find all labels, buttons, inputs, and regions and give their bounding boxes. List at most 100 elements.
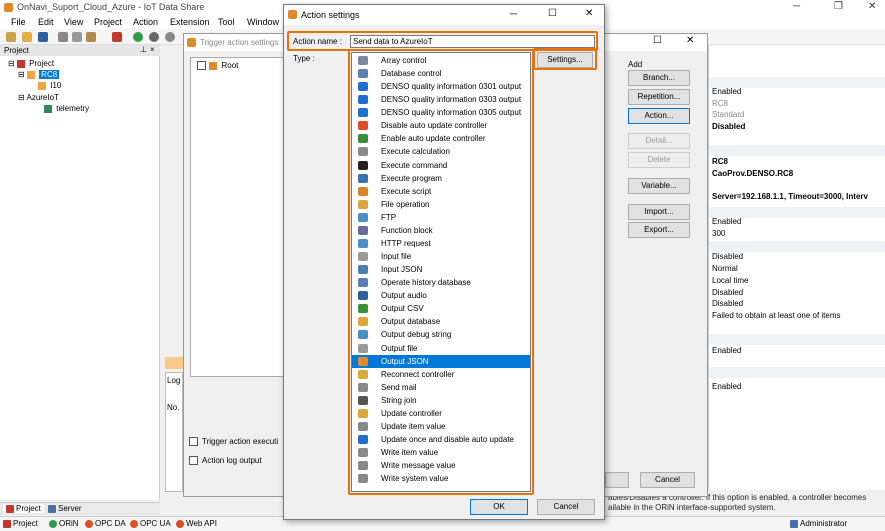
tab-project[interactable]: Project	[3, 504, 44, 513]
menu-file[interactable]: File	[11, 17, 26, 27]
prop-value[interactable]: Local time	[712, 276, 748, 285]
collapse-icon[interactable]: ⊟	[18, 93, 25, 102]
close-icon[interactable]: ✕	[585, 8, 593, 19]
project-panel-header: Project ⊥ ×	[0, 45, 160, 56]
cancel-button[interactable]: Cancel	[537, 499, 595, 515]
close-icon[interactable]: ✕	[868, 1, 876, 12]
ok-button[interactable]: OK	[470, 499, 528, 515]
trigger-window-icon	[187, 38, 196, 47]
ok-button-behind[interactable]	[605, 472, 629, 488]
type-list-highlight	[348, 49, 534, 495]
add-label: Add	[628, 60, 643, 69]
tree-rc8[interactable]: ⊟ RC8	[18, 70, 60, 79]
action-button[interactable]: Action...	[628, 108, 690, 124]
variable-button[interactable]: Variable...	[628, 178, 690, 194]
maximize-icon[interactable]: ❐	[834, 1, 843, 12]
cut-icon[interactable]	[58, 32, 68, 42]
prop-value[interactable]: 300	[712, 229, 725, 238]
prop-value[interactable]: Enabled	[712, 217, 741, 226]
maximize-icon[interactable]: ☐	[653, 35, 662, 46]
prop-value[interactable]: Server=192.168.1.1, Timeout=3000, Interv	[712, 192, 868, 201]
close-icon[interactable]: ✕	[686, 35, 694, 46]
pause-icon[interactable]	[165, 32, 175, 42]
tree-root-label: Root	[221, 61, 239, 70]
panel-tabs: Project Server	[0, 502, 160, 515]
maximize-icon[interactable]: ☐	[548, 8, 557, 19]
menu-extension[interactable]: Extension	[170, 17, 210, 27]
run-icon[interactable]	[133, 32, 143, 42]
minimize-icon[interactable]: ─	[793, 1, 800, 12]
menu-window[interactable]: Window	[247, 17, 279, 27]
menu-tool[interactable]: Tool	[218, 17, 235, 27]
prop-category	[709, 334, 885, 345]
panel-close-icon[interactable]: ×	[150, 45, 155, 54]
save-icon[interactable]	[38, 32, 48, 42]
collapse-icon[interactable]: ⊟	[8, 59, 15, 68]
prop-value[interactable]: Enabled	[712, 382, 741, 391]
exec-checkbox[interactable]	[189, 437, 198, 447]
prop-value[interactable]: Disabled	[712, 122, 745, 131]
project-panel-title: Project	[4, 46, 29, 55]
prop-value[interactable]: Disabled	[712, 288, 743, 297]
log-tab[interactable]: Log	[167, 376, 180, 385]
prop-category	[709, 145, 885, 156]
status-project: Project	[3, 519, 38, 528]
prop-value[interactable]: Standard	[712, 110, 744, 119]
prop-value[interactable]: RC8	[712, 99, 728, 108]
stop-icon	[85, 519, 93, 528]
telemetry-icon	[44, 104, 52, 113]
export-button[interactable]: Export...	[628, 222, 690, 238]
prop-value[interactable]: Disabled	[712, 252, 743, 261]
menu-project[interactable]: Project	[94, 17, 122, 27]
trigger-cancel-button[interactable]: Cancel	[640, 472, 695, 488]
exec-checkbox-row[interactable]: Trigger action executi	[189, 437, 278, 447]
root-icon	[209, 61, 218, 70]
repetition-button[interactable]: Repetition...	[628, 89, 690, 105]
dialog-icon	[288, 10, 297, 19]
dialog-title: Action settings	[301, 10, 360, 20]
toolbox-icon[interactable]	[112, 32, 122, 42]
paste-icon[interactable]	[86, 32, 96, 42]
menu-action[interactable]: Action	[133, 17, 158, 27]
menu-view[interactable]: View	[64, 17, 83, 27]
tree-azureiot[interactable]: ⊟ AzureIoT	[18, 93, 59, 102]
tree-i10[interactable]: I10	[38, 81, 61, 90]
stop-icon	[130, 519, 138, 528]
root-checkbox[interactable]	[197, 61, 206, 71]
action-name-input[interactable]: Send data to AzureIoT	[350, 35, 595, 48]
project-status-icon	[3, 519, 11, 528]
project-tab-icon	[6, 504, 14, 513]
prop-value[interactable]: CaoProv.DENSO.RC8	[712, 169, 793, 178]
log-pane: Log No.	[165, 372, 183, 492]
menu-edit[interactable]: Edit	[38, 17, 54, 27]
project-icon	[16, 59, 25, 68]
tree-telemetry[interactable]: telemetry	[44, 104, 89, 113]
tree-project[interactable]: ⊟ Project	[8, 59, 54, 68]
copy-icon[interactable]	[72, 32, 82, 42]
collapse-icon[interactable]: ⊟	[18, 70, 25, 79]
log-checkbox-row[interactable]: Action log output	[189, 456, 262, 466]
prop-value[interactable]: RC8	[712, 157, 728, 166]
detail-button[interactable]: Detail...	[628, 133, 690, 149]
minimize-icon[interactable]: ─	[510, 9, 517, 20]
server-tab-icon	[48, 504, 56, 513]
branch-button[interactable]: Branch...	[628, 70, 690, 86]
settings-button[interactable]: Settings...	[537, 52, 593, 68]
prop-value[interactable]: Normal	[712, 264, 738, 273]
prop-value[interactable]: Disabled	[712, 299, 743, 308]
open-icon[interactable]	[22, 32, 32, 42]
prop-value[interactable]: Enabled	[712, 346, 741, 355]
prop-value[interactable]: Failed to obtain at least one of items	[712, 311, 841, 320]
action-name-label: Action name :	[293, 37, 342, 46]
type-label: Type :	[293, 54, 315, 63]
tab-server[interactable]: Server	[48, 504, 82, 513]
stop-icon[interactable]	[149, 32, 159, 42]
tree-root[interactable]: Root	[197, 61, 239, 71]
new-icon[interactable]	[6, 32, 16, 42]
prop-value[interactable]: Enabled	[712, 87, 741, 96]
log-checkbox[interactable]	[189, 456, 198, 466]
import-button[interactable]: Import...	[628, 204, 690, 220]
delete-button[interactable]: Delete	[628, 152, 690, 168]
pin-icon[interactable]: ⊥	[140, 45, 147, 54]
status-webapi: Web API	[176, 519, 217, 528]
